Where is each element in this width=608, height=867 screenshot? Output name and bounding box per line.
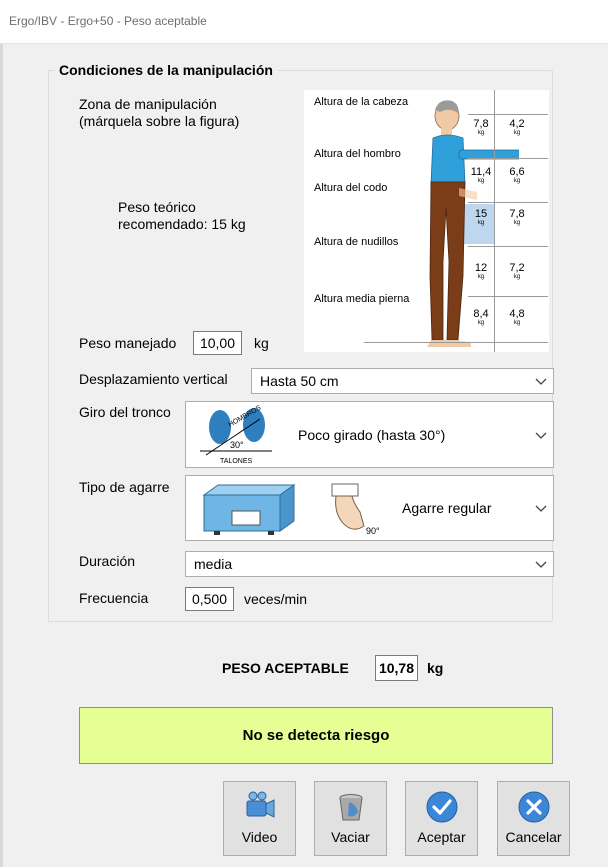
zone-cell[interactable]: 7,8 kg [503, 209, 531, 227]
trunk-value: Poco girado (hasta 30°) [298, 426, 446, 443]
cancelar-button[interactable]: Cancelar [497, 781, 570, 856]
zone-label-elbow: Altura del codo [314, 182, 388, 194]
duration-label: Duración [79, 553, 136, 569]
vertical-value: Hasta 50 cm [260, 373, 339, 389]
check-circle-icon [426, 791, 457, 823]
zone-label: Zona de manipulación (márquela sobre la … [79, 96, 240, 129]
chevron-down-icon [535, 378, 547, 385]
zone-label-shoulder: Altura del hombro [314, 148, 401, 160]
body-zone-figure[interactable]: Altura de la cabeza Altura del hombro Al… [304, 90, 549, 352]
grip-label: Tipo de agarre [79, 479, 170, 495]
zone-cell[interactable]: 4,8 kg [503, 309, 531, 327]
window-title: Ergo/IBV - Ergo+50 - Peso aceptable [9, 14, 207, 28]
svg-text:TALONES: TALONES [220, 458, 252, 465]
chevron-down-icon [535, 561, 547, 568]
feet-rotation-icon: HOMBROS 30° TALONES [200, 405, 272, 465]
trunk-label: Giro del tronco [79, 404, 171, 420]
duration-select[interactable]: media [185, 551, 554, 577]
chevron-down-icon [535, 432, 547, 439]
chevron-down-icon [535, 505, 547, 512]
svg-text:90°: 90° [366, 526, 380, 536]
zone-cell[interactable]: 11,4 kg [467, 167, 495, 185]
zone-label-mid-leg: Altura media pierna [314, 293, 410, 305]
trash-bin-icon [339, 794, 362, 821]
aceptar-button-label: Aceptar [417, 829, 466, 845]
acceptable-weight-unit: kg [427, 660, 444, 676]
weight-label: Peso manejado [79, 335, 177, 351]
box-grip-icon [202, 484, 296, 535]
frequency-label: Frecuencia [79, 590, 149, 606]
acceptable-weight-value: 10,78 [375, 655, 418, 681]
zone-cell[interactable]: 7,2 kg [503, 263, 531, 281]
group-title: Condiciones de la manipulación [55, 62, 277, 78]
zone-label-knuckles: Altura de nudillos [314, 236, 399, 248]
grip-value: Agarre regular [402, 500, 492, 516]
zone-cell[interactable]: 6,6 kg [503, 167, 531, 185]
zone-cell[interactable]: 8,4 kg [467, 309, 495, 327]
zone-cell-selected[interactable]: 15 kg [467, 209, 495, 227]
zone-label-head: Altura de la cabeza [314, 96, 409, 108]
window-edge [0, 44, 3, 867]
risk-status-banner: No se detecta riesgo [79, 707, 553, 764]
svg-text:30°: 30° [230, 440, 244, 450]
vaciar-button-label: Vaciar [331, 829, 370, 845]
trunk-select[interactable]: HOMBROS 30° TALONES Poco girado (hasta 3… [185, 401, 554, 468]
acceptable-weight-label: PESO ACEPTABLE [222, 660, 349, 676]
grip-select[interactable]: 90° Agarre regular [185, 475, 554, 541]
hand-grip-icon: 90° [331, 483, 380, 536]
vaciar-button[interactable]: Vaciar [314, 781, 387, 856]
video-camera-icon [246, 791, 274, 818]
frequency-input[interactable]: 0,500 [185, 587, 234, 611]
title-bar: Ergo/IBV - Ergo+50 - Peso aceptable [0, 0, 608, 44]
weight-input[interactable]: 10,00 [193, 331, 242, 355]
vertical-select[interactable]: Hasta 50 cm [251, 368, 554, 394]
cancelar-button-label: Cancelar [505, 829, 562, 845]
video-button[interactable]: Video [223, 781, 296, 856]
video-button-label: Video [241, 829, 278, 845]
theoretical-weight-label: Peso teórico recomendado: 15 kg [118, 199, 246, 232]
zone-cell[interactable]: 12 kg [467, 263, 495, 281]
frequency-unit: veces/min [244, 591, 308, 607]
zone-cell[interactable]: 4,2 kg [503, 119, 531, 137]
aceptar-button[interactable]: Aceptar [405, 781, 478, 856]
vertical-label: Desplazamiento vertical [79, 371, 228, 387]
close-circle-icon [518, 791, 549, 823]
duration-value: media [194, 556, 233, 572]
weight-unit: kg [254, 335, 269, 351]
zone-cell[interactable]: 7,8 kg [467, 119, 495, 137]
